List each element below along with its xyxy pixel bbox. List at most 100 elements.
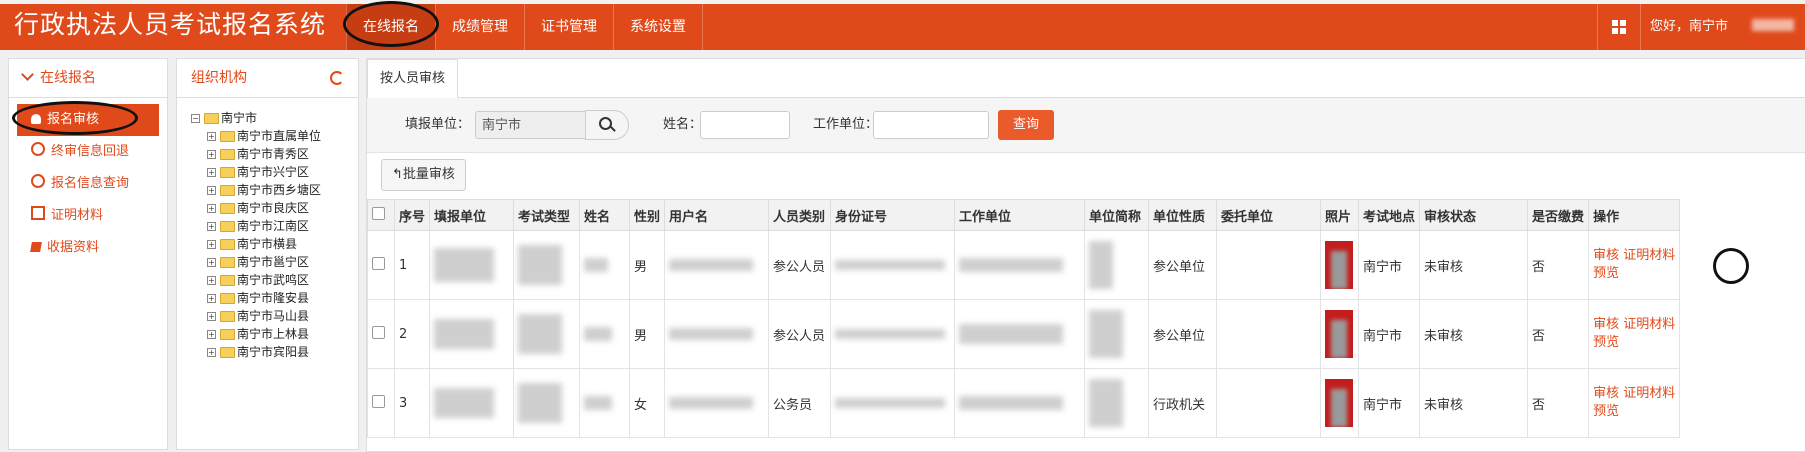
grid-menu-button[interactable] <box>1597 4 1641 50</box>
tree-node[interactable]: + 南宁市青秀区 <box>191 145 321 163</box>
expand-icon[interactable]: + <box>207 203 216 213</box>
expand-icon[interactable]: + <box>207 239 216 249</box>
expand-icon[interactable]: + <box>207 257 216 267</box>
unit-label: 填报单位： <box>405 117 471 132</box>
org-panel-header: 组织机构 <box>177 59 358 98</box>
unit-field[interactable]: 南宁市 <box>475 111 593 139</box>
tree-node[interactable]: + 南宁市宾阳县 <box>191 343 321 361</box>
column-header: 审核状态 <box>1419 199 1529 231</box>
tree-node[interactable]: + 南宁市隆安县 <box>191 289 321 307</box>
photo-cell <box>1320 230 1360 300</box>
row-checkbox-cell <box>367 368 395 438</box>
name-redacted <box>579 368 631 438</box>
photo-image[interactable] <box>1325 379 1354 427</box>
expand-icon[interactable]: + <box>207 221 216 231</box>
audit-link[interactable]: 审核 <box>1593 386 1619 401</box>
expand-icon[interactable]: + <box>207 149 216 159</box>
unit-abbr-redacted <box>1084 230 1150 300</box>
main-panel: 按人员审核 填报单位： 南宁市 姓名： 工作单位： 查询 ↰批量审核 序号 填报… <box>366 58 1805 452</box>
expand-icon[interactable]: + <box>207 185 216 195</box>
expand-icon[interactable]: + <box>207 347 216 357</box>
expand-icon[interactable]: + <box>207 293 216 303</box>
material-link[interactable]: 证明材料 <box>1623 317 1675 332</box>
person-icon <box>31 114 41 124</box>
tab-audit-by-person[interactable]: 按人员审核 <box>367 59 459 99</box>
folder-icon <box>220 256 235 268</box>
row-checkbox[interactable] <box>372 256 385 270</box>
column-header: 工作单位 <box>954 199 1086 231</box>
preview-link[interactable]: 预览 <box>1593 266 1619 281</box>
sidebar-item-receipt[interactable]: 收据资料 <box>17 232 159 264</box>
nav-online-signup[interactable]: 在线报名 <box>346 4 435 50</box>
status-cell: 未审核 <box>1419 230 1529 300</box>
name-field[interactable] <box>700 111 790 139</box>
audit-link[interactable]: 审核 <box>1593 317 1619 332</box>
material-link[interactable]: 证明材料 <box>1623 248 1675 263</box>
expand-icon[interactable]: + <box>207 311 216 321</box>
table-row: 3 女 公务员 行政机关 南宁市 未审核 否 审核 证明材料 预览 <box>367 368 1681 438</box>
column-header: 单位简称 <box>1084 199 1150 231</box>
sidebar-header[interactable]: 在线报名 <box>9 59 167 98</box>
row-checkbox[interactable] <box>372 325 385 339</box>
photo-image[interactable] <box>1325 310 1354 358</box>
entrust-unit-cell <box>1216 230 1322 300</box>
expand-icon[interactable]: + <box>207 329 216 339</box>
tree-node-label: 南宁市良庆区 <box>237 201 310 215</box>
ops-cell: 审核 证明材料 预览 <box>1588 368 1681 438</box>
sidebar-item-final-audit-rollback[interactable]: 终审信息回退 <box>17 136 159 168</box>
folder-icon <box>220 346 235 358</box>
tree-node[interactable]: + 南宁市江南区 <box>191 217 321 235</box>
table-row: 1 男 参公人员 参公单位 南宁市 未审核 否 审核 证明材料 预览 <box>367 230 1681 300</box>
tree-node-root[interactable]: − 南宁市 <box>191 109 321 127</box>
expand-icon[interactable]: + <box>207 167 216 177</box>
tree-node[interactable]: + 南宁市邕宁区 <box>191 253 321 271</box>
work-unit-field[interactable] <box>873 111 989 139</box>
tree-node[interactable]: + 南宁市上林县 <box>191 325 321 343</box>
tree-node[interactable]: + 南宁市兴宁区 <box>191 163 321 181</box>
id-redacted <box>830 299 956 369</box>
user-name-redacted <box>1752 19 1794 31</box>
tree-node[interactable]: + 南宁市马山县 <box>191 307 321 325</box>
nav-score-management[interactable]: 成绩管理 <box>435 4 524 50</box>
sidebar-item-signup-query[interactable]: 报名信息查询 <box>17 168 159 200</box>
tree-node[interactable]: + 南宁市直属单位 <box>191 127 321 145</box>
tree-node[interactable]: + 南宁市横县 <box>191 235 321 253</box>
collapse-icon[interactable]: − <box>191 113 200 123</box>
unit-search-button[interactable] <box>585 110 629 140</box>
audit-link[interactable]: 审核 <box>1593 248 1619 263</box>
tree-node[interactable]: + 南宁市良庆区 <box>191 199 321 217</box>
row-checkbox[interactable] <box>372 394 385 408</box>
row-no: 3 <box>393 368 431 438</box>
folder-icon <box>220 148 235 160</box>
folder-icon <box>220 292 235 304</box>
nav-certificate-management[interactable]: 证书管理 <box>524 4 613 50</box>
sidebar-item-signup-audit[interactable]: 报名审核 <box>17 104 159 136</box>
nav-system-settings[interactable]: 系统设置 <box>613 4 703 50</box>
tree-node[interactable]: + 南宁市西乡塘区 <box>191 181 321 199</box>
expand-icon[interactable]: + <box>207 275 216 285</box>
unit-nature-cell: 参公单位 <box>1148 230 1218 300</box>
refresh-icon[interactable] <box>330 71 344 85</box>
expand-icon[interactable]: + <box>207 131 216 141</box>
name-redacted <box>579 230 631 300</box>
id-redacted <box>830 230 956 300</box>
tree-node[interactable]: + 南宁市武鸣区 <box>191 271 321 289</box>
photo-image[interactable] <box>1325 241 1354 289</box>
browser-strip <box>0 0 1805 4</box>
table-header-row: 序号 填报单位 考试类型 姓名 性别 用户名 人员类别 身份证号 工作单位 单位… <box>367 199 1681 231</box>
query-button[interactable]: 查询 <box>998 110 1055 140</box>
sidebar-item-label: 收据资料 <box>47 240 100 255</box>
material-link[interactable]: 证明材料 <box>1623 386 1675 401</box>
user-greeting[interactable]: 您好，南宁市 <box>1650 4 1728 50</box>
column-header: 人员类别 <box>768 199 832 231</box>
preview-link[interactable]: 预览 <box>1593 404 1619 419</box>
select-all-checkbox[interactable] <box>372 206 385 220</box>
batch-audit-button[interactable]: ↰批量审核 <box>381 159 466 191</box>
sidebar-item-proof-material[interactable]: 证明材料 <box>17 200 159 232</box>
preview-link[interactable]: 预览 <box>1593 335 1619 350</box>
tree-node-label: 南宁市武鸣区 <box>237 273 310 287</box>
status-cell: 未审核 <box>1419 299 1529 369</box>
workplace-redacted <box>954 230 1086 300</box>
folder-icon <box>220 166 235 178</box>
circle-arrow-icon <box>31 142 45 156</box>
